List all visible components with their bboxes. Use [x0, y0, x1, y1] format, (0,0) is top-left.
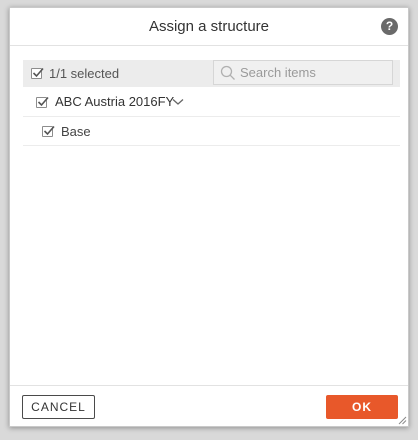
tree-item-base[interactable]: Base [23, 117, 400, 146]
cancel-button[interactable]: CANCEL [22, 395, 95, 419]
dialog-title: Assign a structure [148, 18, 270, 35]
tree-item-label: ABC Austria 2016FY [55, 94, 175, 109]
resize-grip-icon[interactable] [397, 415, 407, 425]
help-icon[interactable]: ? [381, 18, 398, 35]
checkmark-icon [32, 67, 44, 78]
chevron-down-icon[interactable] [172, 98, 184, 106]
select-all-checkbox[interactable] [31, 67, 44, 79]
selection-toolbar: 1/1 selected [23, 60, 400, 87]
tree-item-checkbox[interactable] [42, 125, 55, 137]
dialog-header: Assign a structure ? [10, 8, 408, 46]
selection-count: 1/1 selected [49, 66, 120, 81]
tree-item-abc-austria-2016fy[interactable]: ABC Austria 2016FY [23, 88, 400, 117]
search-input[interactable] [240, 64, 385, 81]
search-box[interactable] [213, 60, 393, 85]
ok-button[interactable]: OK [326, 395, 398, 419]
checkmark-icon [37, 96, 49, 107]
search-icon [220, 65, 235, 80]
checkmark-icon [43, 125, 55, 136]
dialog-footer: CANCEL OK [10, 385, 408, 426]
tree-item-checkbox[interactable] [36, 96, 49, 108]
tree-item-label: Base [61, 124, 91, 139]
assign-structure-dialog: Assign a structure ? 1/1 selected ABC Au… [9, 7, 409, 427]
